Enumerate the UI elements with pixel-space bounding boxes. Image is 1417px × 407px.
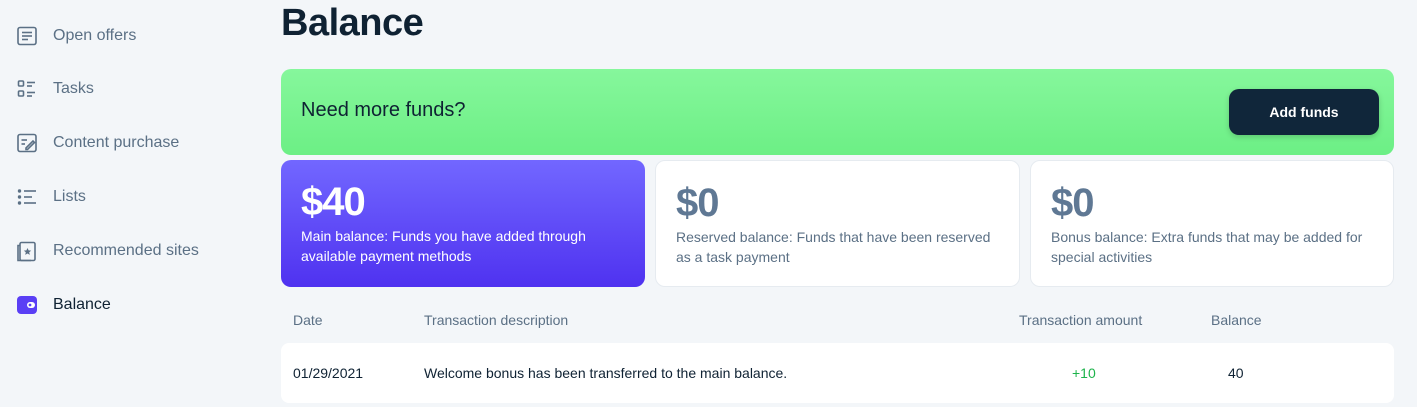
document-list-icon — [16, 25, 38, 47]
sidebar-item-label: Tasks — [53, 80, 94, 97]
sidebar-item-label: Lists — [53, 188, 86, 205]
column-header-description: Transaction description — [424, 312, 569, 328]
row-amount: +10 — [1072, 365, 1096, 381]
reserved-balance-card: $0 Reserved balance: Funds that have bee… — [655, 160, 1020, 287]
reserved-balance-amount: $0 — [676, 181, 719, 225]
banner-text: Need more funds? — [301, 99, 466, 121]
row-date: 01/29/2021 — [293, 365, 364, 381]
column-header-amount: Transaction amount — [1019, 312, 1143, 328]
funds-banner: Need more funds? Add funds — [281, 69, 1394, 155]
row-description: Welcome bonus has been transferred to th… — [424, 365, 788, 381]
bookmark-star-icon — [16, 240, 38, 262]
sidebar-item-lists[interactable]: Lists — [16, 182, 86, 212]
list-icon — [16, 186, 38, 208]
table-row: 01/29/2021 Welcome bonus has been transf… — [281, 343, 1394, 403]
sidebar-item-recommended-sites[interactable]: Recommended sites — [16, 236, 199, 266]
wallet-icon — [16, 294, 38, 316]
bonus-balance-amount: $0 — [1051, 181, 1094, 225]
reserved-balance-description: Reserved balance: Funds that have been r… — [676, 229, 991, 265]
sidebar-item-open-offers[interactable]: Open offers — [16, 21, 136, 51]
row-balance: 40 — [1228, 365, 1244, 381]
main-balance-amount: $40 — [301, 180, 366, 224]
sidebar-item-label: Balance — [53, 296, 111, 313]
sidebar: Open offers Tasks Content purchase Lists… — [0, 0, 260, 407]
column-header-date: Date — [293, 312, 323, 328]
edit-document-icon — [16, 132, 38, 154]
bonus-balance-card: $0 Bonus balance: Extra funds that may b… — [1030, 160, 1394, 287]
add-funds-button[interactable]: Add funds — [1229, 89, 1379, 135]
sidebar-item-label: Content purchase — [53, 134, 180, 151]
sidebar-item-label: Recommended sites — [53, 242, 199, 259]
column-header-balance: Balance — [1211, 312, 1262, 328]
page-title: Balance — [281, 2, 424, 44]
sidebar-item-label: Open offers — [53, 27, 137, 44]
sidebar-item-balance[interactable]: Balance — [16, 290, 111, 320]
sidebar-item-tasks[interactable]: Tasks — [16, 74, 94, 104]
bonus-balance-description: Bonus balance: Extra funds that may be a… — [1051, 229, 1363, 265]
checklist-icon — [16, 78, 38, 100]
sidebar-item-content-purchase[interactable]: Content purchase — [16, 128, 179, 158]
main-balance-description: Main balance: Funds you have added throu… — [301, 228, 586, 264]
main-balance-card: $40 Main balance: Funds you have added t… — [281, 160, 645, 287]
